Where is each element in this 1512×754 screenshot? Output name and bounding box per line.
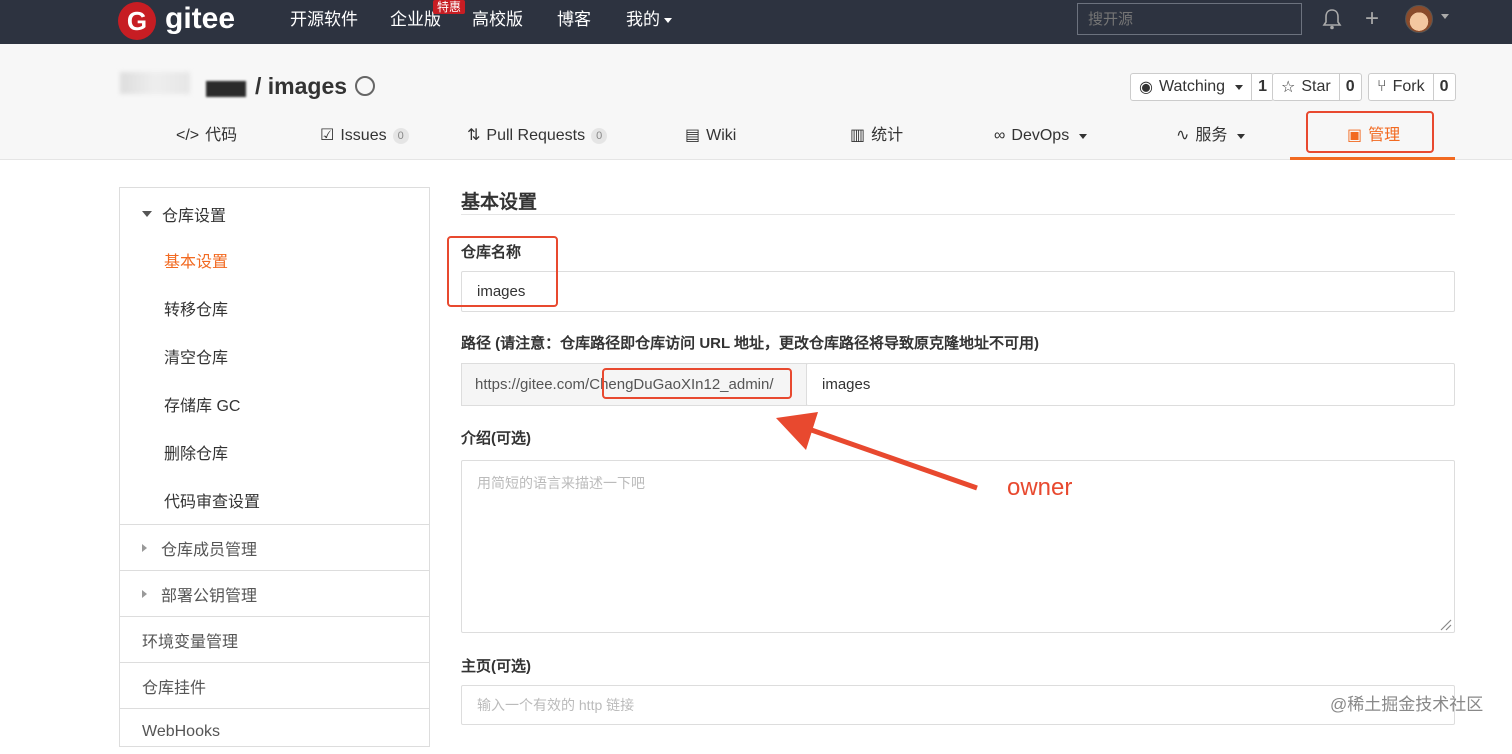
tab-label: 统计 bbox=[871, 127, 904, 144]
annotation-box-manage-tab bbox=[1306, 111, 1434, 153]
issues-count: 0 bbox=[392, 128, 409, 144]
star-label: Star bbox=[1301, 78, 1331, 95]
repo-title[interactable]: / images bbox=[255, 72, 347, 100]
search-input[interactable] bbox=[1077, 3, 1302, 35]
repo-path-label: 路径 (请注意：仓库路径即仓库访问 URL 地址，更改仓库路径将导致原克隆地址不… bbox=[461, 335, 1040, 352]
gitee-logo-icon[interactable]: G bbox=[118, 2, 156, 40]
tab-label: 服务 bbox=[1195, 127, 1228, 144]
avatar[interactable] bbox=[1405, 5, 1433, 33]
stats-icon: ▥ bbox=[850, 127, 866, 144]
sidebar-item-members[interactable]: 仓库成员管理 bbox=[120, 524, 429, 570]
sidebar-section-label: 仓库成员管理 bbox=[161, 541, 258, 559]
intro-placeholder: 用简短的语言来描述一下吧 bbox=[477, 475, 645, 491]
sidebar-item-clear-repo[interactable]: 清空仓库 bbox=[164, 344, 228, 368]
fork-count[interactable]: 0 bbox=[1432, 74, 1455, 100]
avatar-chevron-down-icon[interactable] bbox=[1441, 14, 1449, 19]
gitee-logo-text[interactable]: gitee bbox=[165, 2, 235, 36]
sidebar-section-label: 仓库挂件 bbox=[142, 679, 207, 697]
tab-label: Wiki bbox=[706, 127, 737, 144]
pulse-icon: ∿ bbox=[1176, 127, 1190, 144]
star-count[interactable]: 0 bbox=[1338, 74, 1361, 100]
repo-name-input[interactable]: images bbox=[461, 271, 1455, 312]
nav-mine[interactable]: 我的 bbox=[626, 10, 672, 30]
fork-button[interactable]: ⑂ Fork 0 bbox=[1368, 73, 1456, 101]
tab-code[interactable]: </> 代码 bbox=[176, 126, 237, 146]
annotation-arrow-icon bbox=[776, 412, 978, 491]
bell-icon[interactable] bbox=[1322, 8, 1342, 30]
annotation-owner-label: owner bbox=[1007, 474, 1073, 501]
nav-open-source[interactable]: 开源软件 bbox=[290, 10, 358, 30]
sidebar-item-repo-gc[interactable]: 存储库 GC bbox=[164, 392, 240, 416]
page-title: 基本设置 bbox=[461, 192, 538, 213]
watermark: @稀土掘金技术社区 bbox=[1330, 695, 1484, 714]
redacted-owner-name bbox=[206, 81, 246, 97]
nav-mine-label: 我的 bbox=[626, 10, 660, 29]
sidebar-item-code-review[interactable]: 代码审查设置 bbox=[164, 488, 260, 512]
wiki-icon: ▤ bbox=[685, 127, 701, 144]
homepage-placeholder: 输入一个有效的 http 链接 bbox=[477, 697, 635, 713]
code-icon: </> bbox=[176, 127, 200, 144]
issues-icon: ☑ bbox=[320, 127, 335, 144]
sidebar-item-basic-settings[interactable]: 基本设置 bbox=[164, 248, 228, 272]
pr-count: 0 bbox=[591, 128, 608, 144]
watching-count[interactable]: 1 bbox=[1251, 74, 1273, 100]
fork-label: Fork bbox=[1392, 78, 1425, 95]
annotation-box-repo-name bbox=[447, 236, 558, 307]
sidebar-item-widgets[interactable]: 仓库挂件 bbox=[120, 662, 429, 708]
watching-button[interactable]: ◉ Watching 1 bbox=[1130, 73, 1274, 101]
sidebar-section-label: 环境变量管理 bbox=[142, 633, 239, 651]
nav-university[interactable]: 高校版 bbox=[472, 10, 523, 30]
redacted-owner-avatar bbox=[120, 72, 190, 94]
nav-blog[interactable]: 博客 bbox=[557, 10, 591, 30]
verified-badge-icon bbox=[355, 76, 375, 96]
annotation-box-owner bbox=[602, 368, 792, 399]
resize-handle-icon[interactable] bbox=[1438, 617, 1452, 631]
sidebar-item-env-vars[interactable]: 环境变量管理 bbox=[120, 616, 429, 662]
caret-right-icon bbox=[142, 589, 147, 598]
caret-right-icon bbox=[142, 543, 147, 552]
chevron-down-icon bbox=[1235, 84, 1244, 90]
fork-icon: ⑂ bbox=[1377, 78, 1387, 95]
eye-icon: ◉ bbox=[1139, 79, 1153, 96]
tab-label: DevOps bbox=[1011, 127, 1070, 144]
sidebar-item-transfer-repo[interactable]: 转移仓库 bbox=[164, 296, 228, 320]
star-icon: ☆ bbox=[1281, 79, 1296, 96]
settings-sidebar: 仓库设置 基本设置 转移仓库 清空仓库 存储库 GC 删除仓库 代码审查设置 仓… bbox=[119, 187, 430, 747]
sidebar-item-delete-repo[interactable]: 删除仓库 bbox=[164, 440, 228, 464]
tab-issues[interactable]: ☑ Issues 0 bbox=[320, 126, 409, 146]
tab-label: Issues bbox=[340, 127, 387, 144]
tab-label: Pull Requests bbox=[486, 127, 586, 144]
repo-path-value: images bbox=[822, 376, 871, 393]
sidebar-item-deploy-keys[interactable]: 部署公钥管理 bbox=[120, 570, 429, 616]
homepage-input[interactable]: 输入一个有效的 http 链接 bbox=[461, 685, 1455, 725]
homepage-label: 主页(可选) bbox=[461, 658, 531, 675]
divider bbox=[461, 214, 1455, 215]
chevron-down-icon bbox=[1237, 133, 1246, 139]
chevron-down-icon bbox=[1079, 133, 1088, 139]
sidebar-item-webhooks[interactable]: WebHooks bbox=[120, 708, 429, 754]
sidebar-section-label: 部署公钥管理 bbox=[161, 587, 258, 605]
caret-down-icon bbox=[142, 211, 152, 217]
repo-header: / images ◉ Watching 1 ☆ Star 0 ⑂ Fork 0 </>… bbox=[0, 44, 1512, 160]
intro-label: 介绍(可选) bbox=[461, 430, 531, 447]
chevron-down-icon bbox=[664, 18, 672, 24]
top-navbar: G gitee 开源软件 企业版 特惠 高校版 博客 我的 + bbox=[0, 0, 1512, 44]
tab-stats[interactable]: ▥ 统计 bbox=[850, 126, 903, 146]
tab-devops[interactable]: ∞ DevOps bbox=[994, 126, 1088, 146]
tab-wiki[interactable]: ▤ Wiki bbox=[685, 126, 736, 146]
infinity-icon: ∞ bbox=[994, 127, 1006, 144]
star-button[interactable]: ☆ Star 0 bbox=[1272, 73, 1362, 101]
plus-icon[interactable]: + bbox=[1365, 7, 1379, 31]
path-domain: https://gitee.com/ bbox=[475, 376, 590, 393]
sidebar-group-repo-settings[interactable]: 仓库设置 bbox=[142, 202, 226, 226]
sidebar-group-label: 仓库设置 bbox=[162, 208, 227, 225]
active-tab-indicator bbox=[1290, 157, 1455, 160]
promo-badge: 特惠 bbox=[433, 0, 466, 14]
tab-pull-requests[interactable]: ⇅ Pull Requests 0 bbox=[467, 126, 608, 146]
tab-services[interactable]: ∿ 服务 bbox=[1176, 126, 1246, 146]
pull-request-icon: ⇅ bbox=[467, 127, 481, 144]
repo-path-input[interactable]: images bbox=[806, 363, 1455, 406]
watching-label: Watching bbox=[1158, 78, 1226, 95]
tab-label: 代码 bbox=[205, 127, 238, 144]
